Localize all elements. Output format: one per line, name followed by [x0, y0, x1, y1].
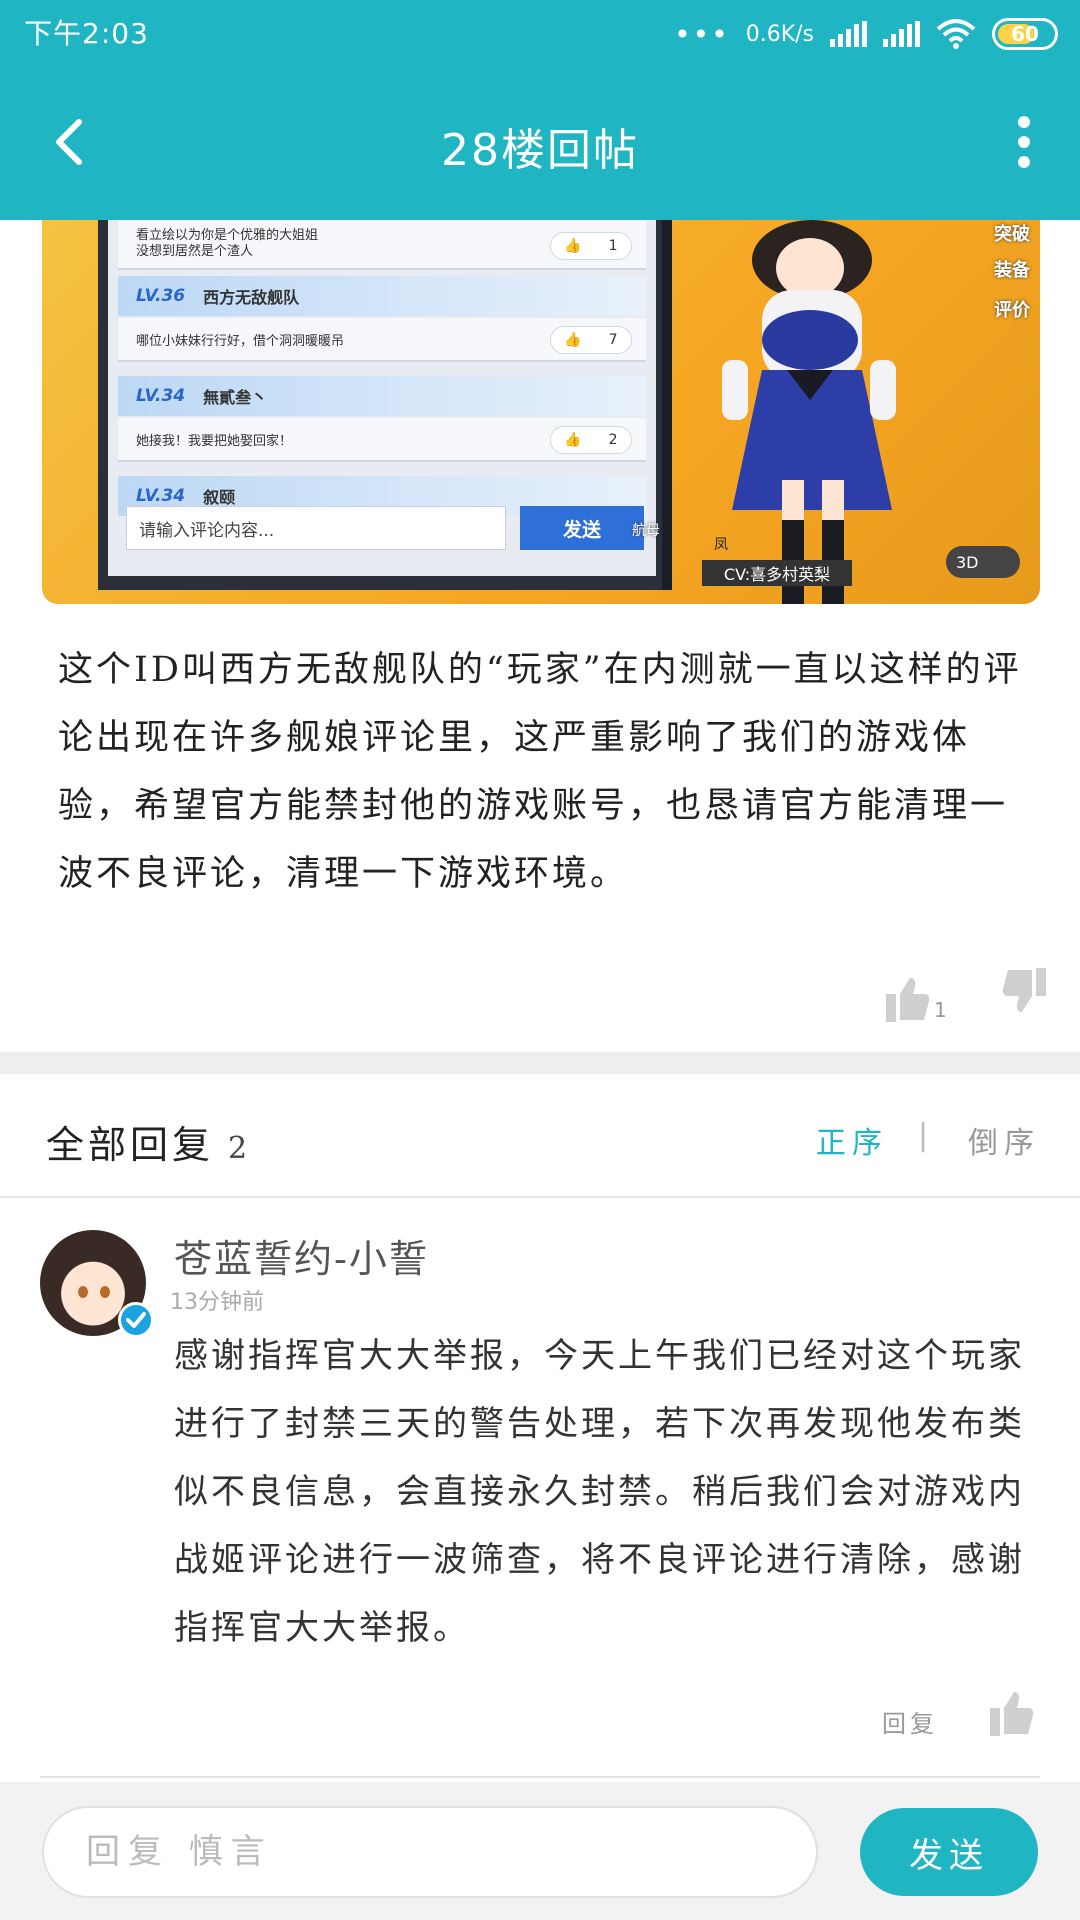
- reply-divider: [40, 1776, 1040, 1778]
- sort-ascending-button[interactable]: 正序: [816, 1118, 888, 1162]
- image-like-badge: 👍 7: [550, 326, 632, 354]
- post-like-button[interactable]: 1: [886, 966, 947, 1022]
- status-bar: 下午2:03 ••• 0.6K/s 60: [0, 0, 1080, 68]
- ship-name: 凤: [714, 537, 728, 553]
- reply-text: 感谢指挥官大大举报，今天上午我们已经对这个玩家进行了封禁三天的警告处理，若下次再…: [174, 1336, 1025, 1648]
- image-like-badge: 👍 1: [550, 232, 632, 260]
- comment-panel: 看立绘以为你是个优雅的大姐姐 没想到居然是个渣人 👍 1 LV.36 西方无敌舰队 …: [98, 220, 672, 590]
- post-body: 这个ID叫西方无敌舰队的“玩家”在内测就一直以这样的评论出现在许多舰娘评论里，这…: [58, 650, 1022, 894]
- more-vertical-icon: [1018, 116, 1030, 128]
- signal-icon: [830, 21, 867, 47]
- battery-level: 60: [1011, 22, 1039, 46]
- battery-icon: 60: [992, 18, 1058, 50]
- reply-item: 苍蓝誓约-小誓 13分钟前 感谢指挥官大大举报，今天上午我们已经对这个玩家进行了…: [0, 1200, 1080, 1778]
- post-actions: 1: [0, 966, 1080, 1030]
- ship-type: 航母: [632, 523, 660, 539]
- network-speed: 0.6K/s: [745, 21, 814, 47]
- post-image[interactable]: 看立绘以为你是个优雅的大姐姐 没想到居然是个渣人 👍 1 LV.36 西方无敌舰队 …: [42, 220, 1040, 604]
- post-like-count: 1: [934, 998, 947, 1022]
- reply-author[interactable]: 苍蓝誓约-小誓: [174, 1228, 429, 1283]
- status-icons: ••• 0.6K/s 60: [674, 14, 1058, 54]
- page-title: 28楼回帖: [441, 125, 639, 176]
- sort-separator: |: [918, 1118, 929, 1153]
- wifi-icon: [936, 19, 976, 49]
- image-comment-input: 请输入评论内容...: [126, 506, 506, 550]
- cv-label: CV:喜多村英梨: [702, 560, 852, 586]
- section-divider: [0, 1052, 1080, 1074]
- thumbs-up-icon: [990, 1692, 1034, 1736]
- sort-descending-button[interactable]: 倒序: [968, 1118, 1040, 1162]
- send-button[interactable]: 发送: [860, 1808, 1038, 1896]
- avatar[interactable]: [40, 1230, 154, 1338]
- top-app-bar: 28楼回帖: [0, 68, 1080, 220]
- status-time: 下午2:03: [24, 17, 149, 50]
- image-comment-header: LV.36 西方无敌舰队: [118, 276, 646, 316]
- replies-header: 全部回复 2 正序 | 倒序: [0, 1074, 1080, 1198]
- reply-time: 13分钟前: [170, 1290, 264, 1315]
- reply-button[interactable]: 回复: [882, 1704, 938, 1739]
- verified-check-icon: [118, 1302, 154, 1338]
- signal-icon: [883, 21, 920, 47]
- more-options-button[interactable]: [1012, 116, 1036, 168]
- 3d-toggle: 3D: [946, 546, 1020, 578]
- image-send-button: 发送: [520, 506, 644, 550]
- reply-input[interactable]: [42, 1806, 818, 1898]
- replies-count: 2: [228, 1131, 252, 1166]
- image-comment-header: LV.34 無貳叁丶: [118, 376, 646, 416]
- thumbs-up-icon: [886, 978, 930, 1022]
- image-like-badge: 👍 2: [550, 426, 632, 454]
- replies-title: 全部回复 2: [46, 1123, 252, 1167]
- more-dots-icon: •••: [674, 17, 730, 51]
- reply-composer: 发送: [0, 1782, 1080, 1920]
- reply-like-button[interactable]: [990, 1690, 1034, 1740]
- thumbs-down-icon: [1002, 968, 1046, 1012]
- post-dislike-button[interactable]: [1002, 968, 1046, 1018]
